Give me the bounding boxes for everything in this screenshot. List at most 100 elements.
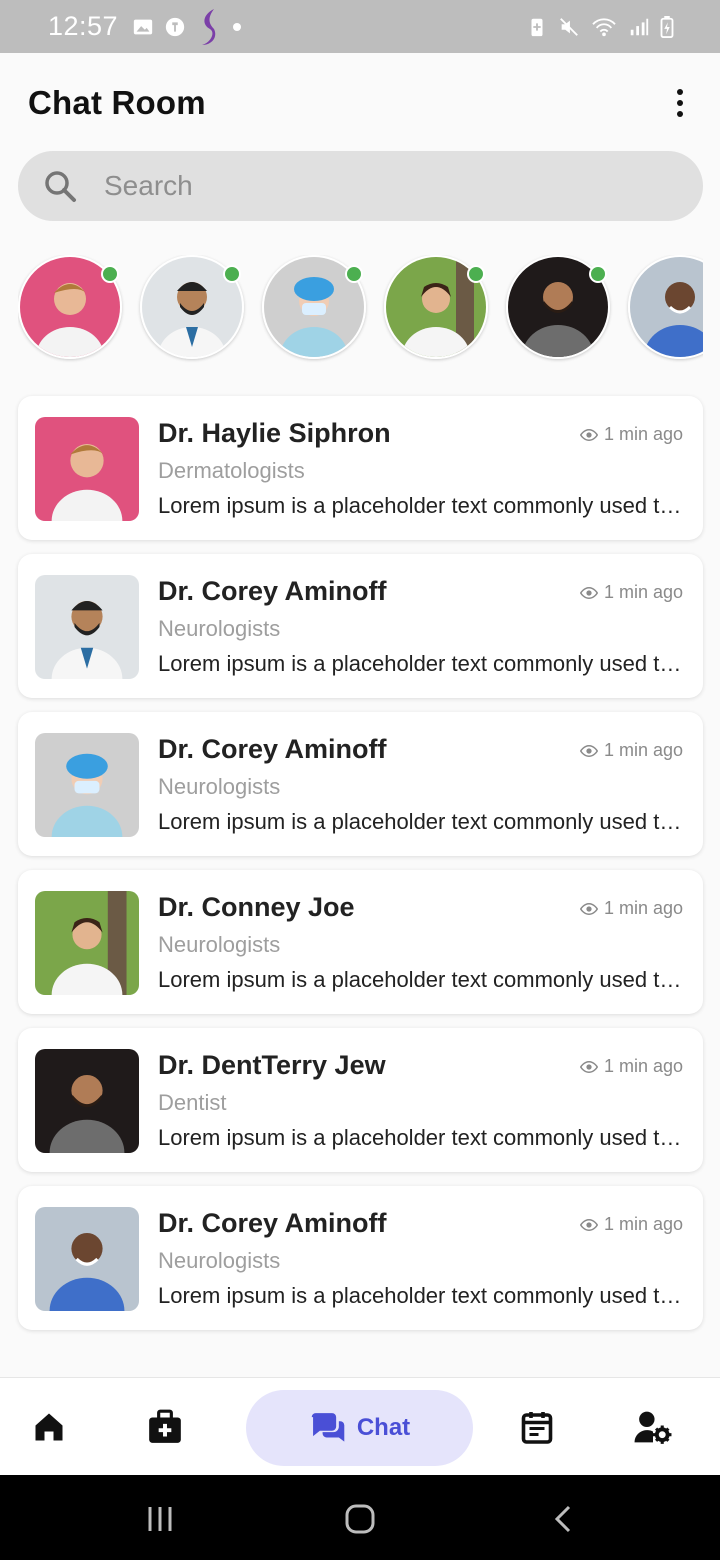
doctor-name: Dr. DentTerry Jew xyxy=(158,1050,386,1080)
online-indicator xyxy=(101,265,119,283)
time-label: 1 min ago xyxy=(603,424,683,444)
chat-list: Dr. Haylie Siphron Dermatologists Lorem … xyxy=(18,396,703,1344)
doctor-name: Dr. Corey Aminoff xyxy=(158,576,387,606)
last-message: Lorem ipsum is a placeholder text common… xyxy=(158,651,688,676)
time-label: 1 min ago xyxy=(603,1056,683,1076)
doctor-specialty: Dentist xyxy=(158,1090,227,1115)
eye-icon xyxy=(579,586,598,599)
message-time: 1 min ago xyxy=(579,898,683,919)
story-avatar[interactable] xyxy=(506,255,610,359)
wifi-icon xyxy=(592,17,616,36)
message-time: 1 min ago xyxy=(579,1056,683,1077)
online-indicator xyxy=(467,265,485,283)
avatar xyxy=(630,257,703,357)
eye-icon xyxy=(579,428,598,441)
story-avatar[interactable] xyxy=(18,255,122,359)
nav-profile-settings-button[interactable] xyxy=(633,1407,673,1447)
message-time: 1 min ago xyxy=(579,582,683,603)
doctor-specialty: Neurologists xyxy=(158,774,281,799)
page-title: Chat Room xyxy=(28,84,206,121)
last-message: Lorem ipsum is a placeholder text common… xyxy=(158,1125,688,1150)
doctor-specialty: Neurologists xyxy=(158,616,281,641)
doctor-photo xyxy=(35,575,139,679)
message-time: 1 min ago xyxy=(579,740,683,761)
story-avatar[interactable] xyxy=(628,255,703,359)
home-system-button[interactable] xyxy=(340,1499,380,1539)
status-time: 12:57 xyxy=(48,11,119,41)
last-message: Lorem ipsum is a placeholder text common… xyxy=(158,493,688,518)
online-indicator xyxy=(223,265,241,283)
message-time: 1 min ago xyxy=(579,1214,683,1235)
nav-chat-label: Chat xyxy=(356,1414,411,1441)
search-bar[interactable] xyxy=(18,151,703,221)
last-message: Lorem ipsum is a placeholder text common… xyxy=(158,967,688,992)
chat-card[interactable]: Dr. Corey Aminoff Neurologists Lorem ips… xyxy=(18,1186,703,1330)
last-message: Lorem ipsum is a placeholder text common… xyxy=(158,809,688,834)
last-message: Lorem ipsum is a placeholder text common… xyxy=(158,1283,688,1308)
chat-card[interactable]: Dr. Haylie Siphron Dermatologists Lorem … xyxy=(18,396,703,540)
story-avatar[interactable] xyxy=(140,255,244,359)
time-label: 1 min ago xyxy=(603,582,683,602)
nav-chat-button[interactable]: Chat xyxy=(246,1390,473,1466)
status-bar: 12:57 xyxy=(0,0,720,53)
search-input[interactable] xyxy=(104,170,664,202)
doctor-photo xyxy=(35,1207,139,1311)
battery-icon xyxy=(660,15,674,38)
chat-card[interactable]: Dr. Corey Aminoff Neurologists Lorem ips… xyxy=(18,712,703,856)
message-time: 1 min ago xyxy=(579,424,683,445)
back-icon xyxy=(554,1505,571,1533)
gallery-icon xyxy=(133,19,153,34)
doctor-specialty: Neurologists xyxy=(158,1248,281,1273)
battery-saver-icon xyxy=(531,18,543,36)
chat-card[interactable]: Dr. Corey Aminoff Neurologists Lorem ips… xyxy=(18,554,703,698)
story-avatar[interactable] xyxy=(384,255,488,359)
doctor-photo xyxy=(35,417,139,521)
eye-icon xyxy=(579,902,598,915)
doctor-name: Dr. Corey Aminoff xyxy=(158,734,387,764)
chat-card[interactable]: Dr. DentTerry Jew Dentist Lorem ipsum is… xyxy=(18,1028,703,1172)
user-settings-icon xyxy=(634,1411,672,1444)
signal-icon xyxy=(630,18,649,35)
nav-calendar-button[interactable] xyxy=(517,1407,557,1447)
recent-apps-icon xyxy=(148,1507,172,1531)
eye-icon xyxy=(579,1218,598,1231)
eye-icon xyxy=(579,1060,598,1073)
header: Chat Room xyxy=(0,53,720,153)
doctor-photo xyxy=(35,891,139,995)
doctor-name: Dr. Haylie Siphron xyxy=(158,418,391,448)
app-logo-icon xyxy=(202,8,216,45)
story-avatar[interactable] xyxy=(262,255,366,359)
chat-icon xyxy=(311,1413,345,1442)
recent-apps-button[interactable] xyxy=(140,1499,180,1539)
notification-icons xyxy=(132,7,242,47)
calendar-icon xyxy=(521,1412,553,1444)
more-options-button[interactable] xyxy=(668,83,692,123)
nav-medical-button[interactable] xyxy=(145,1407,185,1447)
home-icon xyxy=(35,1413,63,1441)
back-button[interactable] xyxy=(543,1499,583,1539)
system-icons xyxy=(526,15,674,38)
system-navigation-bar xyxy=(0,1475,720,1560)
medical-kit-icon xyxy=(149,1409,181,1443)
online-indicator xyxy=(589,265,607,283)
doctor-photo xyxy=(35,1049,139,1153)
chat-card[interactable]: Dr. Conney Joe Neurologists Lorem ipsum … xyxy=(18,870,703,1014)
doctor-name: Dr. Conney Joe xyxy=(158,892,355,922)
bottom-navigation: Chat xyxy=(0,1377,720,1475)
more-dot xyxy=(677,89,683,95)
account-icon xyxy=(165,17,185,36)
search-icon xyxy=(45,171,76,202)
doctor-specialty: Neurologists xyxy=(158,932,281,957)
time-label: 1 min ago xyxy=(603,898,683,918)
time-label: 1 min ago xyxy=(603,1214,683,1234)
home-circle-icon xyxy=(345,1504,375,1534)
dot-icon xyxy=(233,22,242,31)
nav-home-button[interactable] xyxy=(29,1407,69,1447)
doctor-name: Dr. Corey Aminoff xyxy=(158,1208,387,1238)
online-doctors-row[interactable] xyxy=(18,255,703,363)
online-indicator xyxy=(345,265,363,283)
more-dot xyxy=(677,111,683,117)
time-label: 1 min ago xyxy=(603,740,683,760)
doctor-photo xyxy=(35,733,139,837)
more-dot xyxy=(677,100,683,106)
